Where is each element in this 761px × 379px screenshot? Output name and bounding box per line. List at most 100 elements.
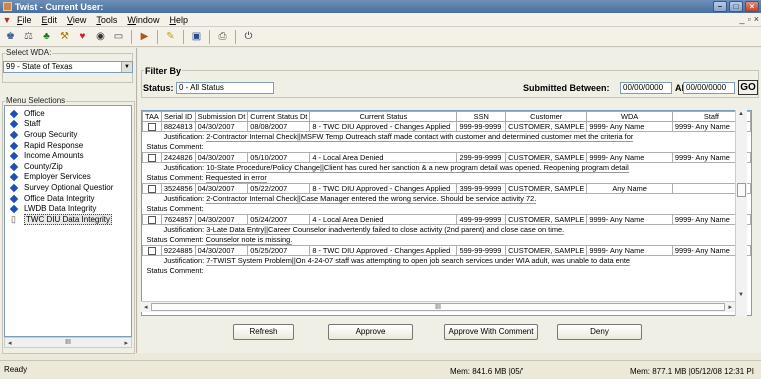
cell-wda: Any Name <box>586 183 673 195</box>
taa-cell[interactable] <box>142 183 162 195</box>
scroll-grip-icon[interactable]: III <box>65 339 71 346</box>
scroll-left-icon[interactable]: ◂ <box>8 339 12 347</box>
table-row[interactable]: 2424826 04/30/2007 05/10/2007 4 - Local Are… <box>142 152 751 164</box>
approve-button[interactable]: Approve <box>328 324 413 340</box>
row-checkbox[interactable] <box>147 185 156 194</box>
taa-cell[interactable] <box>142 152 162 164</box>
tree-item[interactable]: County/Zip <box>5 161 131 172</box>
cell-status: 4 - Local Area Denied <box>309 214 458 226</box>
row-checkbox[interactable] <box>147 247 156 256</box>
mdi-close-icon[interactable]: × <box>754 14 759 24</box>
tree-item[interactable]: Survey Optional Questior <box>5 182 131 193</box>
scroll-right-icon[interactable]: ▸ <box>728 303 732 311</box>
refresh-button[interactable]: Refresh <box>233 324 294 340</box>
menu-view[interactable]: View <box>62 15 91 25</box>
maximize-icon[interactable]: □ <box>729 1 743 12</box>
justification-cell: Justification: 2-Contractor Internal Che… <box>143 132 751 143</box>
status-comment-line: Status Comment: Requested in error <box>145 173 749 184</box>
scale-icon[interactable]: ⚖ <box>21 29 36 44</box>
status-comment-line: Status Comment: <box>145 142 749 152</box>
scroll-right-icon[interactable]: ▸ <box>124 339 128 347</box>
print-icon[interactable]: ⎙ <box>215 29 230 44</box>
mdi-restore-icon[interactable]: ▫ <box>748 14 751 24</box>
row-checkbox[interactable] <box>147 216 156 225</box>
menu-selections-label: Menu Selections <box>5 96 67 105</box>
status-comment-text: Requested in error <box>205 173 267 184</box>
wda-select[interactable]: 99 - State of Texas ▼ <box>3 61 133 73</box>
toolbar: ♚ ⚖ ♣ ⚒ ♥ ◉ ▭ ▶ ✎ ▣ ⎙ ⏻ <box>0 27 761 47</box>
tree-item[interactable]: Office Data Integrity <box>5 193 131 204</box>
document-icon[interactable]: ▼ <box>2 15 12 25</box>
go-button[interactable]: GO <box>738 80 758 95</box>
grid-vertical-scrollbar[interactable]: ▲ ▼ <box>735 110 747 316</box>
chevron-down-icon[interactable]: ▼ <box>121 62 132 72</box>
approve-with-comment-button[interactable]: Approve With Comment <box>444 324 538 340</box>
tree-item[interactable]: Office <box>5 108 131 119</box>
cell-wda: 9999- Any Name <box>586 245 673 257</box>
taa-cell[interactable] <box>142 214 162 226</box>
scroll-thumb[interactable] <box>737 183 746 197</box>
table-header-row: TAA Serial ID Submission Dt Current Stat… <box>142 111 751 122</box>
cell-status: 8 - TWC DIU Approved - Changes Applied <box>309 183 458 195</box>
table-row[interactable]: 3524856 04/30/2007 05/22/2007 8 - TWC DIU A… <box>142 183 751 195</box>
eye-icon[interactable]: ◉ <box>93 29 108 44</box>
tree-item-label: Rapid Response <box>24 140 84 150</box>
tree-item[interactable]: Income Amounts <box>5 150 131 161</box>
menu-edit[interactable]: Edit <box>37 15 63 25</box>
tree-horizontal-scrollbar[interactable]: ◂ III ▸ <box>4 337 132 348</box>
row-checkbox[interactable] <box>147 123 156 132</box>
scroll-left-icon[interactable]: ◂ <box>144 303 148 311</box>
deny-button[interactable]: Deny <box>557 324 642 340</box>
tree-item[interactable]: Employer Services <box>5 172 131 183</box>
col-serial-id[interactable]: Serial ID <box>160 111 196 122</box>
tree-item[interactable]: Group Security <box>5 129 131 140</box>
justification-text: 2-Contractor Internal Check||MSFW Temp O… <box>206 132 634 143</box>
heart-icon[interactable]: ♥ <box>75 29 90 44</box>
tree-icon[interactable]: ♣ <box>39 29 54 44</box>
date-from-field[interactable]: 00/00/0000 <box>620 82 672 94</box>
plug-icon[interactable]: ⏻ <box>241 29 256 44</box>
taa-cell[interactable] <box>142 120 162 133</box>
table-row[interactable]: 7624857 04/30/2007 05/24/2007 4 - Local Are… <box>142 214 751 226</box>
col-wda[interactable]: WDA <box>586 111 673 122</box>
arrow-icon[interactable]: ▶ <box>137 29 152 44</box>
tree-item[interactable]: Staff <box>5 119 131 130</box>
table-row[interactable]: 9224885 04/30/2007 05/25/2007 8 - TWC DIU A… <box>142 245 751 257</box>
tree-item[interactable]: ▯ TWC DIU Data Integrity <box>5 213 131 225</box>
save-icon[interactable]: ▣ <box>189 29 204 44</box>
date-to-field[interactable]: 00/00/0000 <box>683 82 735 94</box>
staff-icon[interactable]: ♚ <box>3 29 18 44</box>
scroll-grip-icon[interactable]: III <box>435 304 441 311</box>
tools-icon[interactable]: ⚒ <box>57 29 72 44</box>
key-icon[interactable]: ✎ <box>163 29 178 44</box>
justification-cell: Justification: 3-Late Data Entry||Career… <box>143 225 751 236</box>
menu-help[interactable]: Help <box>164 15 193 25</box>
menu-tools[interactable]: Tools <box>91 15 122 25</box>
status-select[interactable]: 0 - All Status <box>176 82 274 94</box>
menu-bar: ▼ File Edit View Tools Window Help _ ▫ × <box>0 13 761 27</box>
table-row[interactable]: 8824813 04/30/2007 08/08/2007 8 - TWC DIU A… <box>142 120 751 133</box>
mdi-minimize-icon[interactable]: _ <box>740 14 745 24</box>
status-comment-row: Status Comment: Requested in error <box>143 173 751 184</box>
col-current-status-dt[interactable]: Current Status Dt <box>247 111 311 122</box>
menu-window[interactable]: Window <box>122 15 164 25</box>
col-ssn[interactable]: SSN <box>456 111 507 122</box>
col-customer[interactable]: Customer <box>505 111 588 122</box>
grid-horizontal-scrollbar[interactable]: ◂ III ▸ <box>141 301 735 312</box>
justification-row: Justification: 7-TWIST System Problem||O… <box>143 256 751 267</box>
scroll-down-icon[interactable]: ▼ <box>738 292 744 298</box>
minimize-icon[interactable]: – <box>713 1 727 12</box>
taa-cell[interactable] <box>142 245 162 257</box>
tree-item[interactable]: LWDB Data Integrity <box>5 203 131 214</box>
diamond-icon <box>9 204 19 214</box>
window-icon[interactable]: ▭ <box>111 29 126 44</box>
status-comment-row: Status Comment: <box>143 266 751 276</box>
col-submission-dt[interactable]: Submission Dt <box>194 111 249 122</box>
col-taa[interactable]: TAA <box>142 111 162 122</box>
col-current-status[interactable]: Current Status <box>309 111 458 122</box>
tree-item[interactable]: Rapid Response <box>5 140 131 151</box>
close-icon[interactable]: × <box>745 1 759 12</box>
scroll-up-icon[interactable]: ▲ <box>738 111 744 117</box>
menu-file[interactable]: File <box>12 15 37 25</box>
row-checkbox[interactable] <box>147 154 156 163</box>
